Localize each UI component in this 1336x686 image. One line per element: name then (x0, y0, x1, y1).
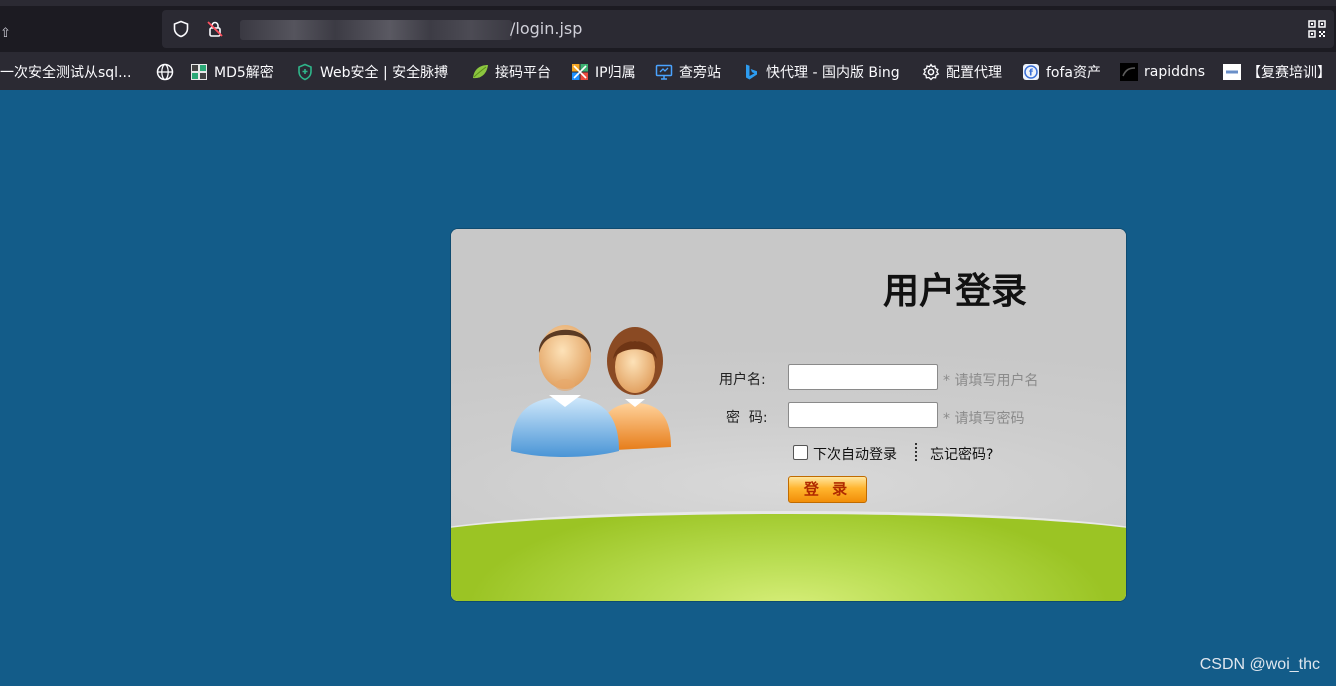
username-input[interactable] (788, 364, 938, 390)
leaf-icon (473, 65, 488, 79)
bookmark-globe[interactable] (156, 62, 180, 82)
bookmark-sql-test[interactable]: 一次安全测试从sql... (0, 62, 131, 82)
browser-toolbar: ⇧ /login.jsp (0, 6, 1336, 52)
bookmark-side-sites[interactable]: 查旁站 (655, 62, 721, 82)
bookmark-web-security[interactable]: Web安全 | 安全脉搏 (296, 62, 448, 82)
insecure-lock-icon[interactable] (206, 20, 224, 38)
panel-green-area (451, 511, 1126, 601)
remember-checkbox[interactable] (793, 445, 808, 460)
rapiddns-icon (1120, 63, 1138, 81)
login-button[interactable]: 登 录 (788, 476, 867, 503)
password-input[interactable] (788, 402, 938, 428)
password-hint: * 请填写密码 (943, 411, 1025, 427)
cisp-icon (1223, 64, 1241, 80)
cmd5-logo-icon (191, 64, 207, 80)
bookmark-fofa[interactable]: f fofa资产 (1022, 62, 1101, 82)
globe-icon (156, 63, 174, 81)
svg-text:f: f (1029, 69, 1033, 79)
qr-code-icon[interactable] (1308, 20, 1326, 38)
remember-label[interactable]: 下次自动登录 (813, 444, 897, 464)
gear-icon (922, 63, 940, 81)
bookmark-sms-platform[interactable]: 接码平台 (471, 62, 551, 82)
users-avatar-icon (511, 325, 671, 457)
username-hint: * 请填写用户名 (943, 373, 1039, 389)
username-label: 用户名: (719, 372, 766, 388)
bookmark-rapiddns[interactable]: rapiddns (1120, 62, 1205, 82)
address-bar[interactable]: /login.jsp (162, 10, 1334, 48)
page-title: 用户登录 (883, 271, 1028, 312)
bookmarks-toolbar: 一次安全测试从sql... MD5解密 Web安全 | 安全脉搏 接码平台 IP… (0, 52, 1336, 90)
bookmark-ip-lookup[interactable]: IP归属 (571, 62, 636, 82)
login-panel: 用户登录 用户名: * 请填写用户名 密 码: * 请填写密码 下次自动登录 忘… (451, 229, 1126, 601)
bookmark-rematch-training[interactable]: 【复赛培训】 (1223, 62, 1331, 82)
bookmark-proxy-config[interactable]: 配置代理 (922, 62, 1002, 82)
bookmark-md5[interactable]: MD5解密 (190, 62, 274, 82)
monitor-icon (655, 64, 673, 80)
ip-grid-icon (572, 64, 588, 80)
fofa-icon: f (1023, 64, 1039, 80)
blurred-host (240, 20, 512, 40)
csdn-watermark: CSDN @woi_thc (1199, 656, 1320, 673)
tab-edge-glyph: ⇧ (0, 26, 11, 41)
bing-icon (746, 64, 757, 80)
link-separator (915, 443, 917, 461)
bookmark-kuaidaili[interactable]: 快代理 - 国内版 Bing (742, 62, 900, 82)
url-path[interactable]: /login.jsp (510, 19, 582, 38)
tracking-shield-icon[interactable] (172, 20, 190, 38)
forgot-password-link[interactable]: 忘记密码? (930, 444, 993, 464)
password-label: 密 码: (726, 410, 768, 426)
shield-plus-icon (298, 63, 312, 81)
